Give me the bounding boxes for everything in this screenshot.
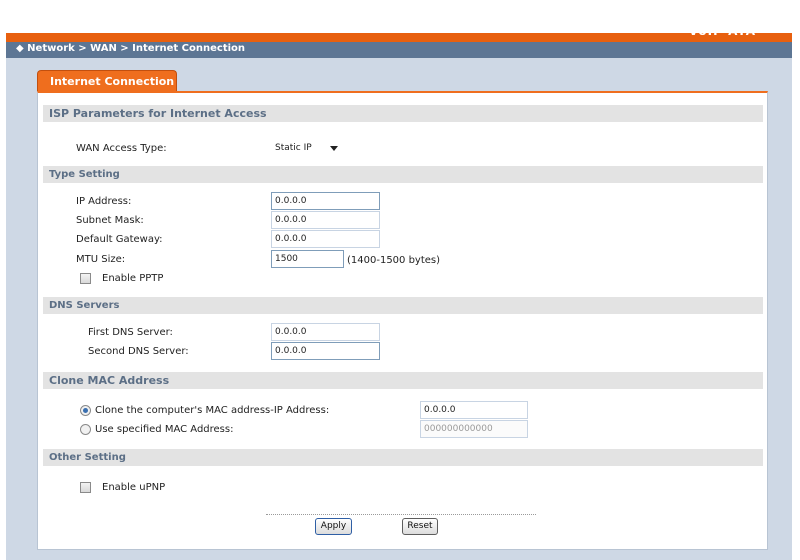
button-divider [266, 514, 536, 515]
subnet-mask-label: Subnet Mask: [76, 215, 144, 226]
section-dns-servers: DNS Servers [43, 297, 763, 314]
tab-internet-connection[interactable]: Internet Connection [37, 70, 177, 91]
enable-upnp-label: Enable uPNP [102, 482, 166, 493]
breadcrumb: ◆ Network > WAN > Internet Connection [16, 43, 246, 54]
enable-upnp-checkbox[interactable] [80, 482, 91, 493]
first-dns-label: First DNS Server: [88, 327, 173, 338]
first-dns-input[interactable]: 0.0.0.0 [271, 323, 380, 341]
chevron-down-icon [330, 146, 338, 151]
mtu-size-label: MTU Size: [76, 254, 126, 265]
section-type-setting: Type Setting [43, 166, 763, 183]
use-specified-mac-radio[interactable] [80, 424, 91, 435]
clone-ip-address-input[interactable]: 0.0.0.0 [420, 401, 528, 419]
reset-button[interactable]: Reset [402, 518, 438, 535]
enable-pptp-label: Enable PPTP [102, 273, 164, 284]
specified-mac-input[interactable]: 000000000000 [420, 420, 528, 438]
clone-computer-mac-label: Clone the computer's MAC address-IP Addr… [95, 405, 330, 416]
breadcrumb-bar: ◆ Network > WAN > Internet Connection [6, 42, 792, 58]
mtu-size-hint: (1400-1500 bytes) [347, 255, 441, 266]
ip-address-input[interactable]: 0.0.0.0 [271, 192, 380, 210]
default-gateway-label: Default Gateway: [76, 234, 163, 245]
wan-access-type-value: Static IP [275, 143, 312, 153]
enable-pptp-checkbox[interactable] [80, 273, 91, 284]
subnet-mask-input[interactable]: 0.0.0.0 [271, 211, 380, 229]
apply-button[interactable]: Apply [315, 518, 352, 535]
mtu-size-input[interactable]: 1500 [271, 250, 344, 268]
default-gateway-input[interactable]: 0.0.0.0 [271, 230, 380, 248]
wan-access-type-label: WAN Access Type: [76, 143, 167, 154]
section-other-setting: Other Setting [43, 449, 763, 466]
use-specified-mac-label: Use specified MAC Address: [95, 424, 234, 435]
brand-label: VoIP ATA [688, 24, 756, 38]
second-dns-label: Second DNS Server: [88, 346, 189, 357]
section-clone-mac: Clone MAC Address [43, 372, 763, 389]
section-isp-parameters: ISP Parameters for Internet Access [43, 105, 763, 122]
wan-access-type-select[interactable]: Static IP [271, 139, 343, 157]
clone-computer-mac-radio[interactable] [80, 405, 91, 416]
top-accent-bar [6, 33, 792, 42]
second-dns-input[interactable]: 0.0.0.0 [271, 342, 380, 360]
ip-address-label: IP Address: [76, 196, 132, 207]
